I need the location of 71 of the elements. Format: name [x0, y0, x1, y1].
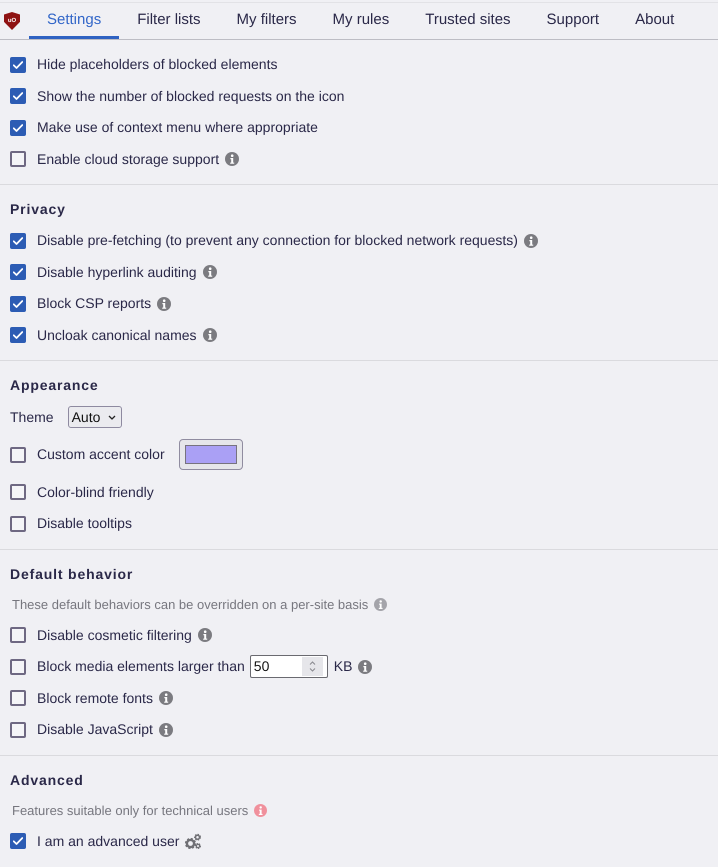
info-icon[interactable]: [158, 722, 173, 737]
checkbox[interactable]: [10, 120, 26, 136]
checkbox-label: Custom accent color: [37, 445, 165, 464]
checkmark-icon: [13, 268, 23, 276]
checkbox[interactable]: [10, 516, 26, 532]
checkbox[interactable]: [10, 88, 26, 104]
checkmark-icon: [13, 236, 23, 245]
checkbox-label: Disable JavaScript: [37, 720, 153, 740]
checkbox[interactable]: [10, 627, 26, 644]
checkbox-label: Make use of context menu where appropriate: [37, 118, 318, 138]
checkbox-label: I am an advanced user: [37, 832, 180, 851]
info-icon[interactable]: [157, 296, 172, 311]
info-icon[interactable]: [158, 691, 173, 706]
checkbox[interactable]: [10, 264, 26, 280]
checkbox[interactable]: [10, 446, 26, 463]
gears-icon[interactable]: [184, 832, 202, 850]
info-icon[interactable]: [358, 660, 372, 674]
section-heading: Advanced: [10, 770, 84, 790]
checkbox-label: Show the number of blocked requests on the icon: [37, 86, 344, 106]
checkbox-label: Block remote fonts: [37, 688, 153, 708]
checkmark-icon: [13, 60, 23, 69]
spinner-icon[interactable]: [302, 657, 323, 676]
unit-label: KB: [334, 657, 352, 676]
section-note: Features suitable only for technical users: [12, 802, 248, 820]
tab[interactable]: My rules: [314, 3, 408, 39]
tab[interactable]: Trusted sites: [407, 3, 529, 39]
section-heading: Default behavior: [10, 564, 134, 584]
checkbox[interactable]: [10, 296, 26, 312]
checkbox-label: Block media elements larger than: [37, 657, 245, 676]
checkmark-icon: [13, 124, 23, 132]
tab[interactable]: About: [617, 3, 692, 39]
checkbox[interactable]: [10, 151, 26, 168]
checkbox[interactable]: [10, 56, 26, 73]
checkmark-icon: [13, 300, 23, 308]
checkbox-label: Block CSP reports: [37, 294, 152, 314]
section-note: These default behaviors can be overridden on a per-site basis: [12, 596, 368, 614]
color-picker-button[interactable]: [178, 439, 243, 470]
info-icon[interactable]: [524, 234, 538, 248]
info-icon[interactable]: [374, 598, 388, 611]
theme-label: Theme: [10, 408, 54, 426]
checkbox-label: Hide placeholders of blocked elements: [37, 55, 278, 74]
checkbox-label: Disable tooltips: [37, 514, 132, 534]
tab[interactable]: Support: [528, 3, 618, 39]
number-field[interactable]: 50: [250, 655, 328, 678]
checkmark-icon: [13, 331, 23, 340]
checkbox-label: Disable hyperlink auditing: [37, 262, 197, 282]
checkbox-label: Disable pre-fetching (to prevent any connection for blocked network requests): [37, 231, 518, 250]
checkbox[interactable]: [10, 833, 26, 850]
checkbox-label: Color-blind friendly: [37, 482, 154, 502]
section-heading: Appearance: [10, 376, 99, 395]
checkbox-label: Disable cosmetic filtering: [37, 626, 192, 645]
tab[interactable]: My filters: [218, 3, 315, 39]
chevron-down-icon: [108, 414, 116, 420]
theme-select[interactable]: Auto: [68, 406, 122, 428]
checkbox[interactable]: [10, 722, 26, 738]
info-icon[interactable]: [198, 628, 212, 642]
checkbox[interactable]: [10, 484, 26, 500]
info-icon[interactable]: [202, 328, 217, 342]
section-heading: Privacy: [10, 200, 66, 219]
checkbox-label: Uncloak canonical names: [37, 326, 197, 345]
info-icon[interactable]: [225, 152, 240, 166]
checkbox[interactable]: [10, 690, 26, 706]
checkmark-icon: [13, 837, 23, 846]
checkbox[interactable]: [10, 232, 26, 249]
info-icon[interactable]: [202, 265, 217, 280]
checkbox-label: Enable cloud storage support: [37, 150, 220, 169]
tab[interactable]: Settings: [29, 3, 120, 39]
checkbox[interactable]: [10, 327, 26, 344]
checkmark-icon: [13, 92, 23, 100]
tab[interactable]: Filter lists: [119, 3, 219, 39]
checkbox[interactable]: [10, 658, 26, 675]
